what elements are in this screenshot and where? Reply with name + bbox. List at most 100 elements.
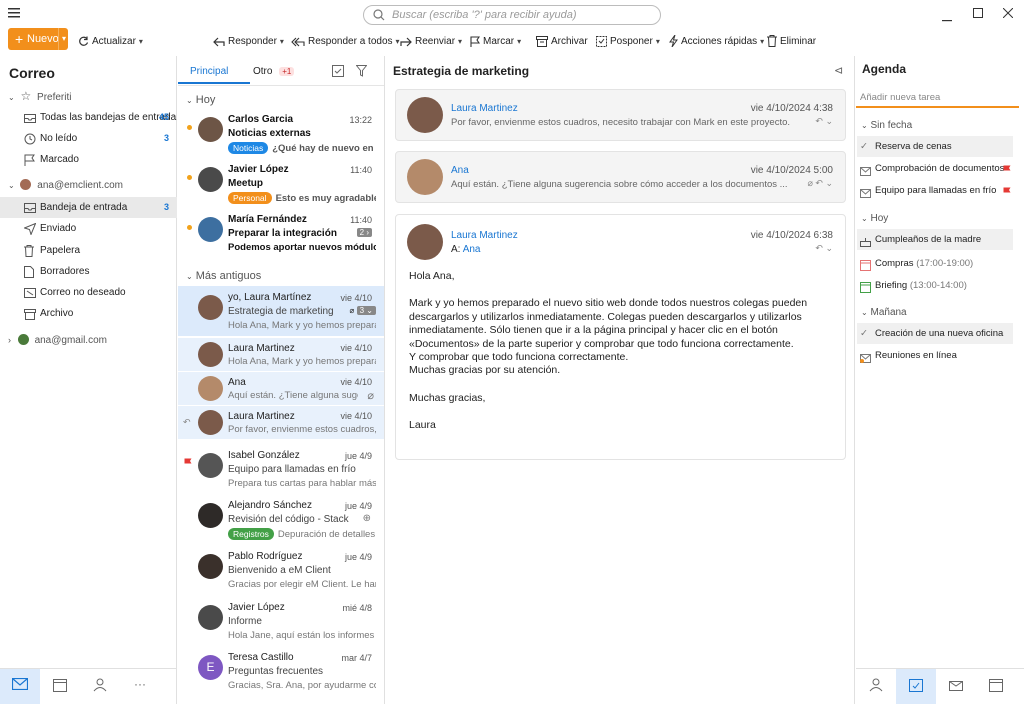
avatar bbox=[198, 453, 223, 478]
calendar-module-button[interactable] bbox=[40, 669, 80, 704]
reply-icon[interactable]: ↶ ⌄ bbox=[815, 243, 833, 254]
list-item[interactable]: Isabel González jue 4/9 Equipo para llam… bbox=[178, 444, 384, 494]
sidebar-item-unread[interactable]: No leído 3 bbox=[0, 128, 177, 149]
agenda-task[interactable]: ✓ Creación de una nueva oficina bbox=[857, 323, 1013, 344]
snooze-button[interactable]: Posponer ▾ bbox=[596, 33, 660, 51]
preview: Gracias por elegir eM Client. Le hará... bbox=[228, 579, 376, 590]
agenda-event[interactable]: Cumpleaños de la madre bbox=[857, 229, 1013, 250]
mail-icon bbox=[860, 185, 871, 206]
communication-panel-button[interactable] bbox=[936, 669, 976, 704]
sender[interactable]: Laura Martinez bbox=[451, 103, 518, 114]
agenda-task[interactable]: ✓ Reserva de cenas bbox=[857, 136, 1013, 157]
list-item[interactable]: Pablo Rodríguez jue 4/9 Bienvenido a eM … bbox=[178, 545, 384, 595]
calendar-panel-button[interactable] bbox=[976, 669, 1016, 704]
sidebar-item-all-inboxes[interactable]: Todas las bandejas de entrada 45 bbox=[0, 107, 177, 128]
message-card-collapsed[interactable]: Ana vie 4/10/2024 5:00 Aquí están. ¿Tien… bbox=[395, 151, 846, 203]
list-item[interactable]: yo, Laura Martínez vie 4/10 Estrategia d… bbox=[178, 286, 384, 336]
close-icon[interactable] bbox=[1002, 7, 1014, 21]
agenda-task[interactable]: Comprobación de documentos bbox=[857, 158, 1013, 179]
quick-actions-button[interactable]: Acciones rápidas ▾ bbox=[669, 33, 764, 51]
account-avatar bbox=[17, 334, 29, 345]
sidebar-item-sent[interactable]: Enviado bbox=[0, 218, 177, 239]
recipient[interactable]: Ana bbox=[463, 244, 481, 255]
sidebar-item-flagged[interactable]: Marcado bbox=[0, 149, 177, 170]
new-button[interactable]: + Nuevo ▾ bbox=[8, 28, 68, 50]
archive-button[interactable]: Archivar bbox=[536, 33, 588, 51]
subject: Bienvenido a eM Client bbox=[228, 565, 331, 576]
list-item[interactable]: E Teresa Castillo mar 4/7 Preguntas frec… bbox=[178, 646, 384, 696]
maximize-icon[interactable] bbox=[973, 8, 983, 21]
forward-button[interactable]: Reenviar ▾ bbox=[400, 33, 462, 51]
subject: Meetup bbox=[228, 178, 263, 189]
list-item[interactable]: Javier López mié 4/8 Informe Hola Jane, … bbox=[178, 596, 384, 646]
preview: Hola Ana, Mark y yo hemos prepara... bbox=[228, 356, 376, 367]
mail-stack-icon bbox=[949, 681, 963, 691]
account-emclient[interactable]: ⌄ ana@emclient.com bbox=[8, 175, 123, 196]
sender: Javier López bbox=[228, 602, 285, 613]
add-tag-icon[interactable]: ⊲ bbox=[834, 64, 843, 77]
agenda-task[interactable]: Equipo para llamadas en frío bbox=[857, 180, 1013, 201]
star-icon: ☆ bbox=[20, 89, 32, 103]
agenda-section[interactable]: ⌄ Sin fecha bbox=[861, 120, 912, 131]
preview: Hola Jane, aquí están los informes q... bbox=[228, 630, 376, 641]
contacts-module-button[interactable] bbox=[80, 669, 120, 704]
reply-button[interactable]: Responder ▾ bbox=[213, 33, 284, 51]
agenda-event[interactable]: Compras (17:00-19:00) bbox=[857, 253, 1013, 274]
date: jue 4/9 bbox=[344, 552, 372, 562]
message-card-collapsed[interactable]: Laura Martinez vie 4/10/2024 4:38 Por fa… bbox=[395, 89, 846, 141]
tab-primary[interactable]: Principal bbox=[190, 66, 228, 77]
hamburger-menu-icon[interactable] bbox=[8, 8, 20, 21]
group-header-older[interactable]: ⌄ Más antiguos bbox=[186, 270, 261, 282]
new-task-input[interactable]: Añadir nueva tarea bbox=[860, 92, 940, 103]
reply-all-button[interactable]: Responder a todos ▾ bbox=[291, 33, 400, 51]
select-all-icon[interactable] bbox=[332, 65, 344, 80]
agenda-section[interactable]: ⌄ Mañana bbox=[861, 307, 907, 318]
filter-icon[interactable] bbox=[355, 65, 368, 80]
sender[interactable]: Laura Martinez bbox=[451, 230, 518, 241]
group-header-today[interactable]: ⌄ Hoy bbox=[186, 94, 215, 106]
reply-all-icon bbox=[291, 37, 305, 47]
delete-button[interactable]: Eliminar bbox=[767, 33, 816, 51]
account-gmail[interactable]: › ana@gmail.com bbox=[8, 330, 107, 351]
flag-icon bbox=[1003, 184, 1011, 205]
agenda-event[interactable]: Briefing (13:00-14:00) bbox=[857, 275, 1013, 296]
mail-module-button[interactable] bbox=[0, 669, 40, 704]
avatar: E bbox=[198, 655, 223, 680]
agenda-section[interactable]: ⌄ Hoy bbox=[861, 213, 888, 224]
refresh-icon bbox=[79, 36, 89, 46]
list-item[interactable]: Javier López 11:40 Meetup Personal Esto e… bbox=[178, 158, 384, 208]
sidebar-item-drafts[interactable]: Borradores bbox=[0, 261, 177, 282]
tab-other-label: Otro bbox=[253, 66, 273, 77]
mark-button[interactable]: Marcar ▾ bbox=[470, 33, 521, 51]
conversation-title: Estrategia de marketing bbox=[393, 64, 530, 78]
list-item[interactable]: ↶ Laura Martinez vie 4/10 Por favor, env… bbox=[178, 406, 384, 439]
sidebar-item-junk[interactable]: Correo no deseado bbox=[0, 282, 177, 303]
list-item[interactable]: María Fernández 11:40 Preparar la integr… bbox=[178, 208, 384, 260]
agenda-pane: Agenda Añadir nueva tarea ⌄ Sin fecha ✓ R… bbox=[856, 56, 1024, 704]
preview: Prepara tus cartas para hablar más ... bbox=[228, 478, 376, 489]
more-modules-icon[interactable]: ··· bbox=[120, 669, 160, 704]
sender: Laura Martinez bbox=[228, 411, 295, 422]
agenda-event[interactable]: Reuniones en línea bbox=[857, 345, 1013, 366]
favorites-group[interactable]: ⌄ ☆ Preferiti bbox=[8, 86, 71, 107]
sidebar-item-inbox[interactable]: Bandeja de entrada 3 bbox=[0, 197, 177, 218]
agenda-title: Agenda bbox=[862, 62, 907, 76]
contacts-panel-button[interactable] bbox=[856, 669, 896, 704]
refresh-button[interactable]: Actualizar ▾ bbox=[78, 33, 143, 51]
search-input[interactable]: Buscar (escriba '?' para recibir ayuda) bbox=[363, 5, 661, 25]
reply-icon[interactable]: ↶ ⌄ bbox=[815, 116, 833, 127]
tab-other[interactable]: Otro +1 bbox=[253, 66, 295, 77]
minimize-icon[interactable] bbox=[942, 13, 952, 25]
reply-icon[interactable]: ⌀ ↶ ⌄ bbox=[807, 178, 833, 189]
list-item[interactable]: Laura Martinez vie 4/10 Hola Ana, Mark y… bbox=[178, 338, 384, 371]
list-item[interactable]: Ana vie 4/10 Aquí están. ¿Tiene alguna s… bbox=[178, 372, 384, 405]
contact-icon bbox=[93, 678, 107, 692]
new-dropdown-icon[interactable]: ▾ bbox=[58, 28, 66, 50]
sidebar-item-trash[interactable]: Papelera bbox=[0, 240, 177, 261]
list-item[interactable]: Carlos Garcia 13:22 Noticias externas No… bbox=[178, 108, 384, 158]
archive-icon bbox=[536, 36, 548, 47]
agenda-panel-button[interactable] bbox=[896, 669, 936, 704]
list-item[interactable]: Alejandro Sánchez jue 4/9 Revisión del c… bbox=[178, 494, 384, 544]
sender[interactable]: Ana bbox=[451, 165, 469, 176]
sidebar-item-archive[interactable]: Archivo bbox=[0, 303, 177, 324]
